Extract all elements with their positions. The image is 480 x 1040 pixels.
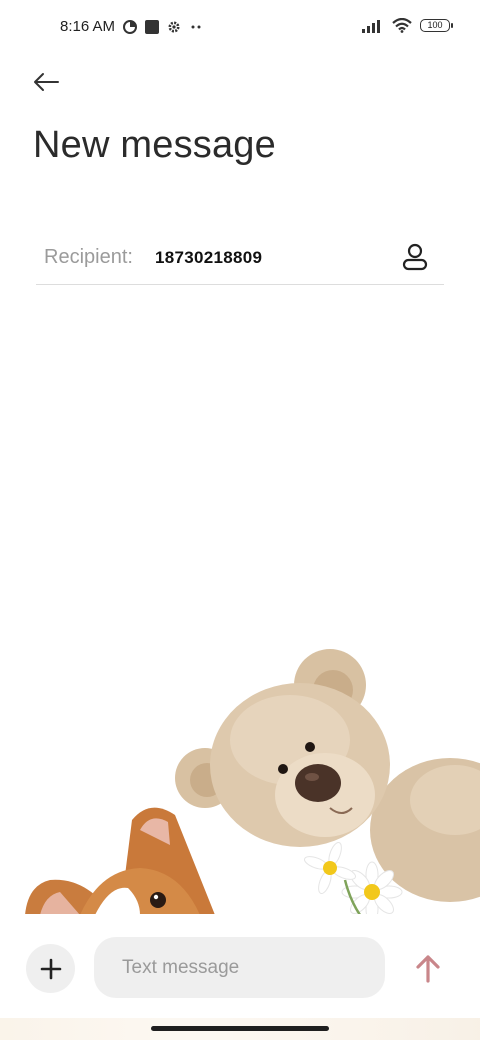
status-right: 100 <box>362 18 453 33</box>
add-attachment-button[interactable] <box>26 944 75 993</box>
status-bar: 8:16 AM 100 <box>0 0 480 56</box>
send-arrow-icon <box>416 955 440 983</box>
person-icon <box>402 243 428 271</box>
signal-icon <box>362 19 380 33</box>
message-input[interactable] <box>94 937 385 998</box>
home-indicator[interactable] <box>151 1026 329 1031</box>
back-arrow-icon <box>34 73 59 91</box>
send-button[interactable] <box>406 948 450 988</box>
settings-gear-icon <box>168 21 180 32</box>
battery-icon: 100 <box>420 19 453 32</box>
teddy-bear-illustration <box>25 649 480 915</box>
wallpaper-illustration <box>0 630 480 915</box>
recipient-row[interactable]: Recipient: 18730218809 <box>36 230 444 285</box>
more-dots-icon <box>191 25 201 28</box>
corgi-dog-illustration <box>25 807 215 915</box>
contact-picker-button[interactable] <box>400 240 430 274</box>
status-left: 8:16 AM <box>60 18 203 35</box>
recipient-value[interactable]: 18730218809 <box>155 248 262 268</box>
data-saver-icon <box>123 19 138 34</box>
wifi-icon <box>392 18 412 33</box>
recipient-label: Recipient: <box>44 246 133 268</box>
back-button[interactable] <box>28 64 64 100</box>
status-time: 8:16 AM <box>60 18 116 35</box>
plus-icon <box>40 958 61 979</box>
square-notification-icon <box>145 19 160 34</box>
page-title: New message <box>33 124 276 166</box>
composer-bar <box>0 914 480 1040</box>
